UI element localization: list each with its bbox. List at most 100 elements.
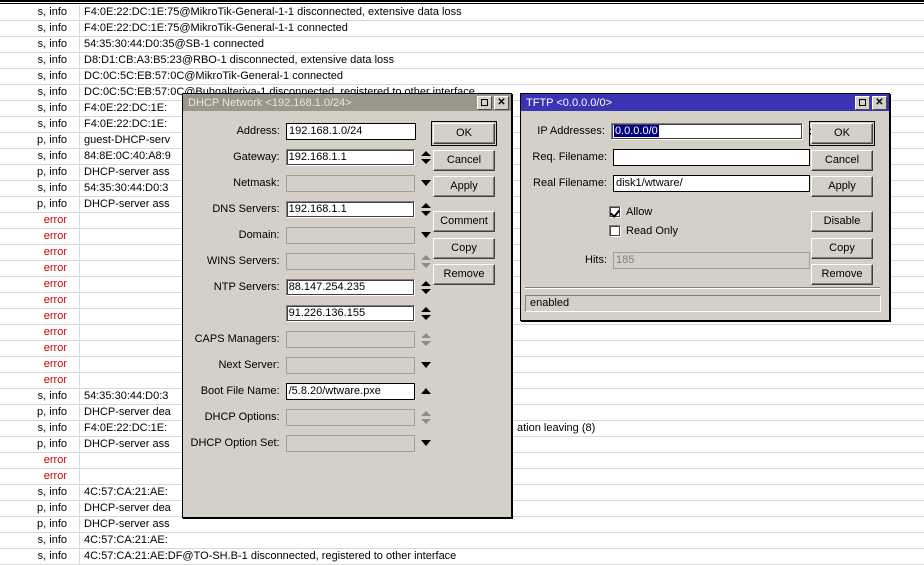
column-divider — [79, 165, 80, 180]
spinner-down-icon[interactable] — [421, 159, 431, 164]
spinner-up-icon[interactable] — [421, 255, 431, 260]
field-input[interactable] — [286, 435, 415, 452]
spinner-up-icon[interactable] — [421, 151, 431, 156]
field-spinner[interactable] — [419, 201, 433, 218]
remove-button[interactable]: Remove — [811, 264, 873, 285]
apply-button[interactable]: Apply — [433, 176, 495, 197]
ok-button[interactable]: OK — [433, 123, 495, 144]
field-spinner[interactable] — [419, 149, 433, 166]
field-label: DHCP Option Set: — [183, 437, 286, 449]
cancel-button[interactable]: Cancel — [433, 150, 495, 171]
field-label: Address: — [183, 125, 286, 137]
spinner-down-icon[interactable] — [421, 341, 431, 346]
field-spinner[interactable] — [419, 357, 433, 374]
spinner-up-icon[interactable] — [421, 203, 431, 208]
field-input[interactable]: 192.168.1.1 — [286, 149, 415, 166]
field-spinner[interactable] — [419, 305, 433, 322]
field-input[interactable] — [613, 149, 810, 166]
field-input[interactable] — [286, 227, 415, 244]
field-row: WINS Servers: — [183, 252, 433, 270]
cancel-button[interactable]: Cancel — [811, 150, 873, 171]
field-spinner[interactable] — [419, 175, 433, 192]
read-only-checkbox[interactable] — [609, 225, 621, 237]
field-input[interactable]: 192.168.1.0/24 — [286, 123, 416, 140]
checkbox-row[interactable]: Allow — [609, 205, 652, 219]
field-input[interactable]: /5.8.20/wtware.pxe — [286, 383, 415, 400]
table-row[interactable]: s, infoF4:0E:22:DC:1E:75@MikroTik-Genera… — [0, 21, 924, 37]
field-input[interactable]: 185 — [613, 252, 810, 269]
maximize-icon[interactable] — [477, 96, 492, 110]
maximize-icon[interactable] — [855, 96, 870, 110]
field-spinner[interactable] — [419, 383, 433, 400]
chevron-down-icon[interactable] — [421, 440, 431, 446]
field-row: Address:192.168.1.0/24 — [183, 122, 433, 140]
checkbox-row[interactable]: Read Only — [609, 224, 678, 238]
field-label: Hits: — [521, 254, 613, 266]
field-input[interactable]: 0.0.0.0/0 — [611, 123, 803, 140]
spinner-down-icon[interactable] — [421, 315, 431, 320]
field-spinner[interactable] — [419, 409, 433, 426]
comment-button[interactable]: Comment — [433, 211, 495, 232]
status-bar: enabled — [525, 295, 881, 312]
dhcp-title: DHCP Network <192.168.1.0/24> — [188, 97, 477, 109]
field-input[interactable] — [286, 357, 415, 374]
field-spinner[interactable] — [419, 279, 433, 296]
field-spinner[interactable] — [419, 227, 433, 244]
table-row[interactable]: s, info54:35:30:44:D0:35@SB-1 connected — [0, 37, 924, 53]
table-row[interactable]: s, infoF4:0E:22:DC:1E:75@MikroTik-Genera… — [0, 5, 924, 21]
column-divider — [79, 325, 80, 340]
chevron-down-icon[interactable] — [421, 232, 431, 238]
table-row[interactable]: s, infoDC:0C:5C:EB:57:0C@MikroTik-Genera… — [0, 69, 924, 85]
field-input[interactable] — [286, 175, 415, 192]
spinner-up-icon[interactable] — [421, 307, 431, 312]
spinner-up-icon[interactable] — [421, 333, 431, 338]
ok-button[interactable]: OK — [811, 123, 873, 144]
table-row[interactable]: s, infoD8:D1:CB:A3:B5:23@RBO-1 disconnec… — [0, 53, 924, 69]
spinner-down-icon[interactable] — [421, 263, 431, 268]
chevron-down-icon[interactable] — [421, 362, 431, 368]
chevron-down-icon[interactable] — [421, 180, 431, 186]
dhcp-window-buttons[interactable]: ✕ — [477, 96, 509, 110]
spinner-down-icon[interactable] — [421, 289, 431, 294]
chevron-up-icon[interactable] — [421, 388, 431, 394]
tftp-titlebar[interactable]: TFTP <0.0.0.0/0> ✕ — [521, 94, 889, 111]
log-message-cell: 4C:57:CA:21:AE:DF@TO-SH.B-1 disconnected… — [84, 549, 924, 564]
allow-checkbox[interactable] — [609, 206, 621, 218]
table-row[interactable]: s, info4C:57:CA:21:AE: — [0, 533, 924, 549]
field-spinner[interactable] — [419, 253, 433, 270]
field-input[interactable] — [286, 253, 415, 270]
checkbox-label: Read Only — [626, 225, 678, 237]
spinner-down-icon[interactable] — [421, 419, 431, 424]
tftp-dialog[interactable]: TFTP <0.0.0.0/0> ✕ IP Addresses:0.0.0.0/… — [520, 93, 890, 321]
log-topic-cell: error — [0, 229, 72, 244]
field-spinner[interactable] — [419, 435, 433, 452]
remove-button[interactable]: Remove — [433, 264, 495, 285]
dhcp-titlebar[interactable]: DHCP Network <192.168.1.0/24> ✕ — [183, 94, 511, 111]
log-topic-cell: s, info — [0, 485, 72, 500]
spinner-down-icon[interactable] — [421, 211, 431, 216]
field-label: Domain: — [183, 229, 286, 241]
log-topic-cell: error — [0, 341, 72, 356]
close-icon[interactable]: ✕ — [872, 96, 887, 110]
field-input[interactable]: 88.147.254.235 — [286, 279, 415, 296]
column-divider — [79, 277, 80, 292]
column-divider — [79, 181, 80, 196]
log-topic-cell: s, info — [0, 421, 72, 436]
apply-button[interactable]: Apply — [811, 176, 873, 197]
dhcp-network-dialog[interactable]: DHCP Network <192.168.1.0/24> ✕ Address:… — [182, 93, 512, 518]
field-spinner[interactable] — [419, 331, 433, 348]
field-input[interactable] — [286, 331, 415, 348]
table-row[interactable]: s, info 4C:57:CA:21:AE:DF@TO-SH.B-1 disco… — [0, 549, 924, 565]
field-input[interactable]: disk1/wtware/ — [613, 175, 810, 192]
tftp-window-buttons[interactable]: ✕ — [855, 96, 887, 110]
copy-button[interactable]: Copy — [433, 238, 495, 259]
copy-button[interactable]: Copy — [811, 238, 873, 259]
field-input[interactable]: 91.226.136.155 — [286, 305, 415, 322]
log-topic-cell: s, info — [0, 549, 72, 564]
spinner-up-icon[interactable] — [421, 411, 431, 416]
close-icon[interactable]: ✕ — [494, 96, 509, 110]
field-input[interactable] — [286, 409, 415, 426]
spinner-up-icon[interactable] — [421, 281, 431, 286]
field-input[interactable]: 192.168.1.1 — [286, 201, 415, 218]
disable-button[interactable]: Disable — [811, 211, 873, 232]
